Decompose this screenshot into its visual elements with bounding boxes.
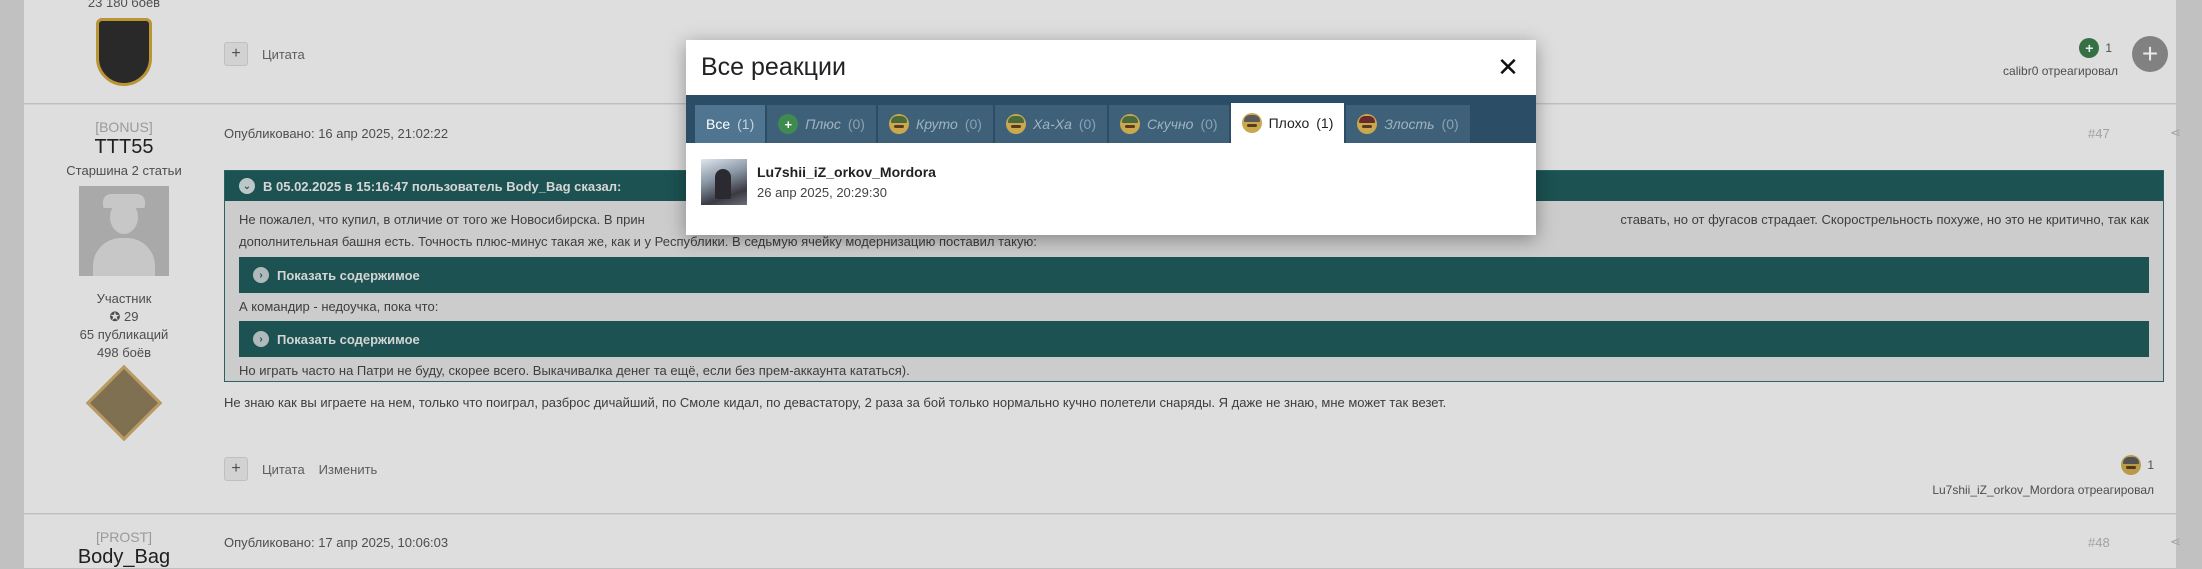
reaction-time: 26 апр 2025, 20:29:30 [757,185,887,200]
reaction-tabs: Все (1) + Плюс (0) Круто (0) Ха-Ха (0) Скучн… [686,95,1536,143]
cool-reaction-icon [888,114,909,134]
tab-haha[interactable]: Ха-Ха (0) [994,105,1107,143]
tab-label: Круто [915,116,958,132]
tab-label: Плюс [805,116,841,132]
anger-reaction-icon [1357,114,1378,134]
tab-bad[interactable]: Плохо (1) [1230,103,1345,143]
tab-count: (1) [737,116,755,132]
reactor-name[interactable]: Lu7shii_iZ_orkov_Mordora [757,164,936,180]
tab-anger[interactable]: Злость (0) [1346,105,1470,143]
avatar[interactable] [701,159,747,205]
tab-label: Ха-Ха [1032,116,1072,132]
haha-reaction-icon [1005,114,1026,134]
tab-boring[interactable]: Скучно (0) [1109,105,1229,143]
tab-label: Плохо [1268,115,1310,131]
close-icon[interactable]: ✕ [1494,52,1522,82]
tab-count: (0) [1200,116,1218,132]
tab-count: (0) [847,116,865,132]
tab-all[interactable]: Все (1) [695,105,766,143]
tab-count: (1) [1316,115,1334,131]
tab-count: (0) [1078,116,1096,132]
tab-label: Все [706,116,731,132]
reactor-list: Lu7shii_iZ_orkov_Mordora 26 апр 2025, 20… [686,143,1536,221]
dialog-title: Все реакции [701,53,846,81]
reactor-info: Lu7shii_iZ_orkov_Mordora 26 апр 2025, 20… [757,164,936,200]
boring-reaction-icon [1120,114,1140,134]
bad-reaction-icon [1241,113,1262,133]
dialog-header: Все реакции ✕ [686,40,1536,95]
tab-label: Злость [1384,116,1435,132]
plus-reaction-icon: + [778,114,799,134]
tab-count: (0) [1441,116,1459,132]
tab-plus[interactable]: + Плюс (0) [767,105,876,143]
tab-cool[interactable]: Круто (0) [877,105,993,143]
tab-count: (0) [964,116,982,132]
reactions-dialog: Все реакции ✕ Все (1) + Плюс (0) Круто (0) … [686,40,1536,235]
list-item: Lu7shii_iZ_orkov_Mordora 26 апр 2025, 20… [701,159,1521,205]
tab-label: Скучно [1147,116,1194,132]
